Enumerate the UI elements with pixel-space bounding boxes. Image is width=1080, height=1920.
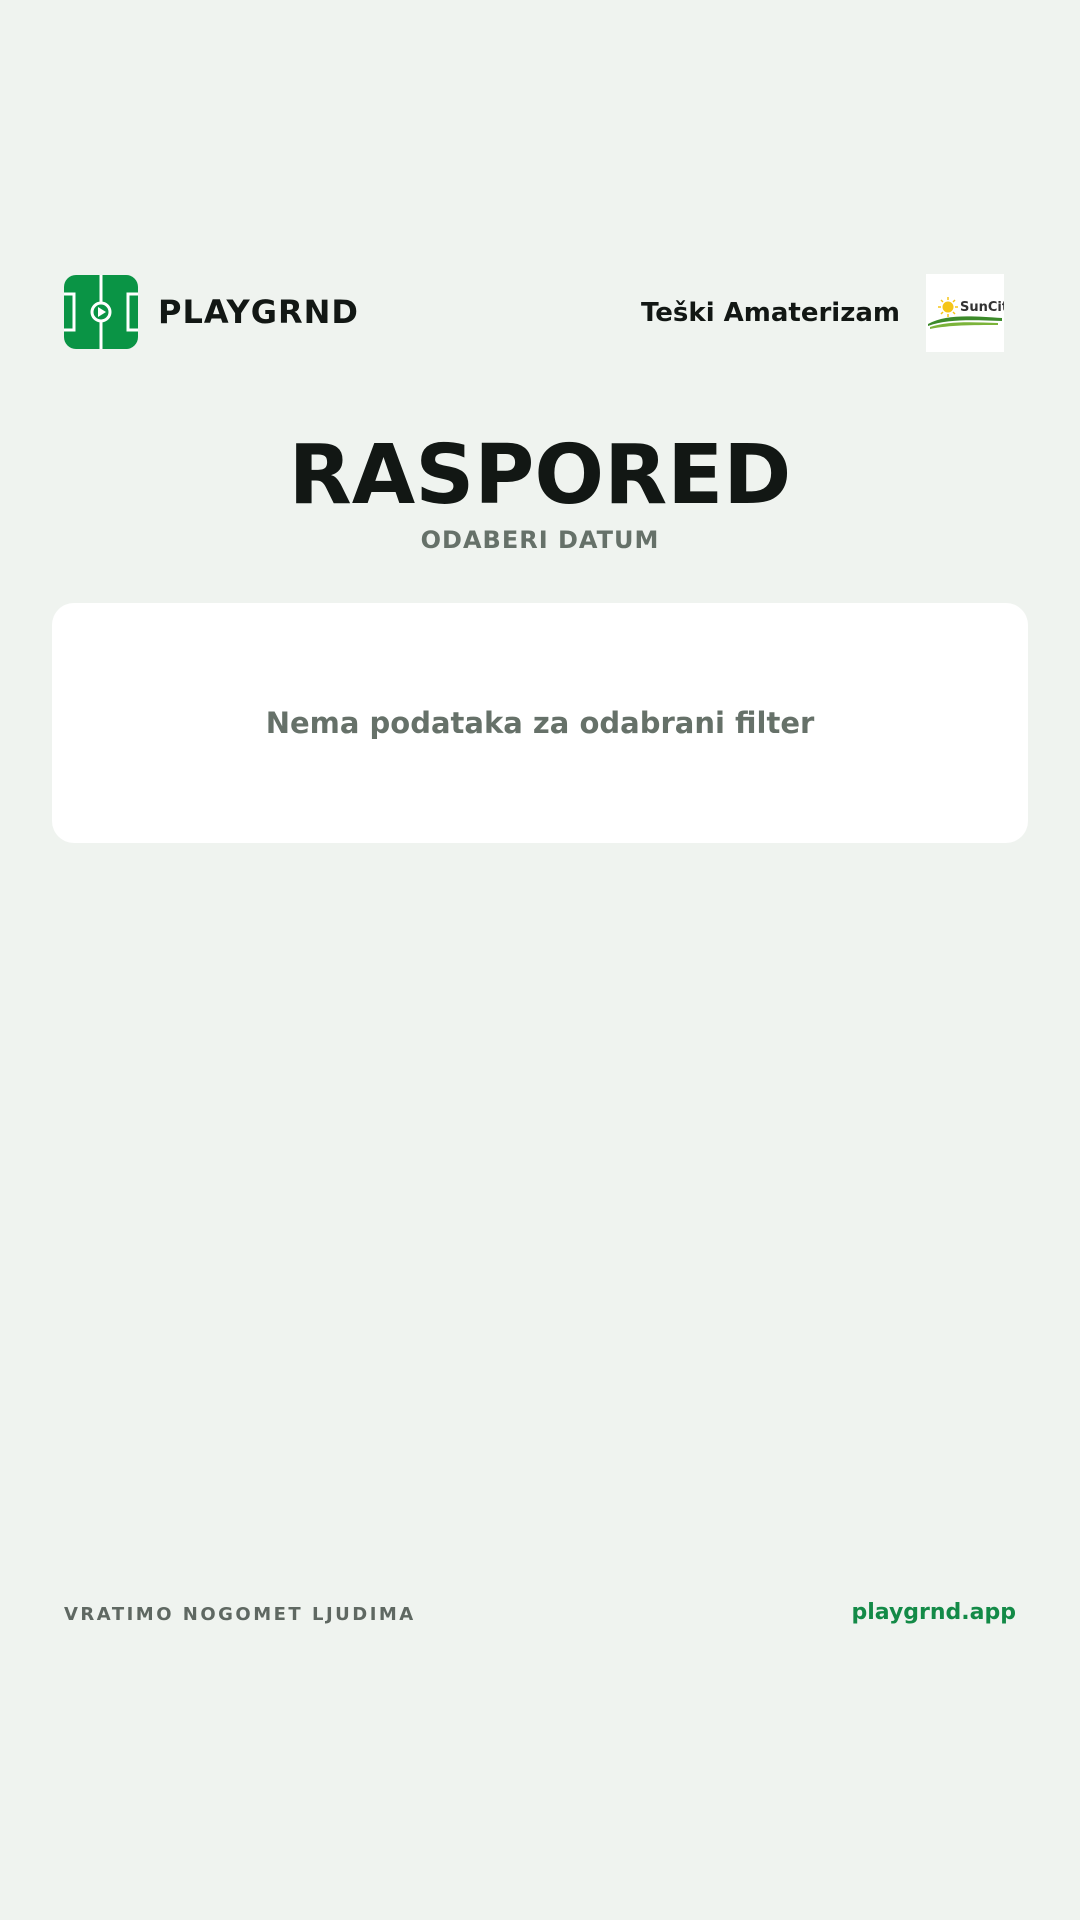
page-title: RASPORED <box>288 428 792 523</box>
sponsor-logo: SunCity <box>926 274 1004 352</box>
brand[interactable]: PLAYGRND <box>64 274 359 350</box>
team-info[interactable]: Teški Amaterizam SunCi <box>641 274 1004 352</box>
svg-text:SunCity: SunCity <box>960 300 1004 315</box>
website-link[interactable]: playgrnd.app <box>851 1600 1016 1625</box>
footer-slogan: VRATIMO NOGOMET LJUDIMA <box>64 1604 416 1625</box>
select-date-button[interactable]: ODABERI DATUM <box>0 526 1080 554</box>
empty-state-message: Nema podataka za odabrani filter <box>265 706 815 740</box>
brand-name: PLAYGRND <box>158 293 359 331</box>
suncity-logo-icon: SunCity <box>928 297 1004 329</box>
header: PLAYGRND Teški Amaterizam SunCi <box>64 274 1004 354</box>
team-name: Teški Amaterizam <box>641 298 900 328</box>
footer: VRATIMO NOGOMET LJUDIMA playgrnd.app <box>64 1598 1016 1632</box>
schedule-card: Nema podataka za odabrani filter <box>52 603 1028 843</box>
football-pitch-icon <box>64 275 138 349</box>
